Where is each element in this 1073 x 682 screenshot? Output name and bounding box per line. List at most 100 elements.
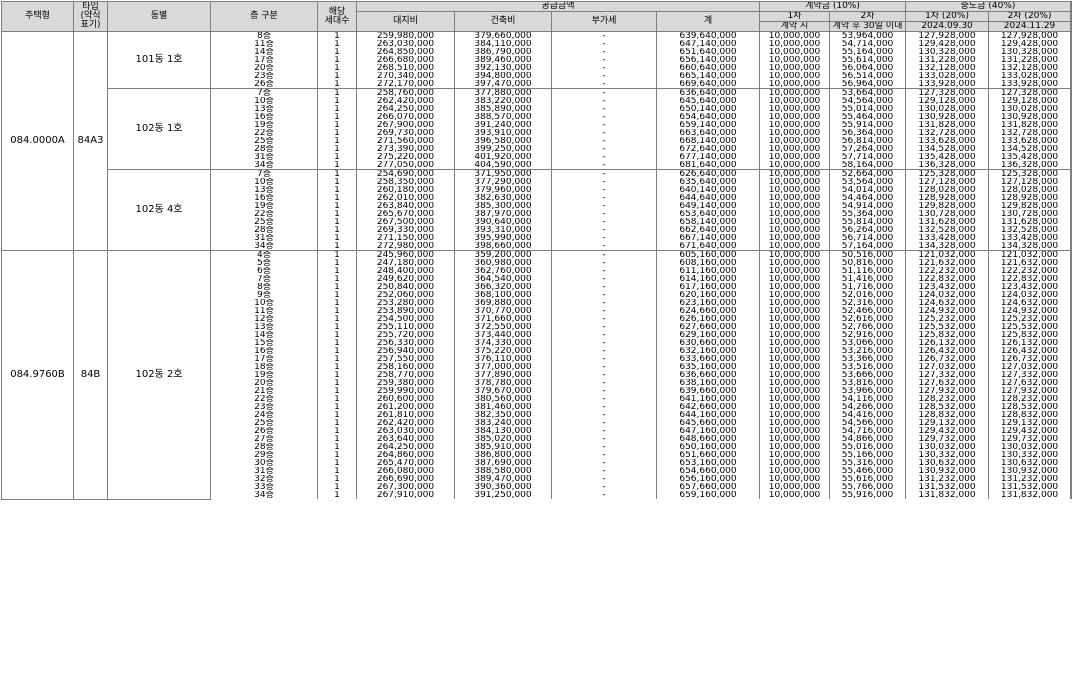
dep1-cell: 10,000,000 xyxy=(759,443,830,451)
vat-cell: - xyxy=(551,226,657,234)
total-cell: 654,660,000 xyxy=(656,467,760,475)
balance-cell: 325,070,000 xyxy=(1070,105,1073,113)
dep2-cell: 54,914,000 xyxy=(828,202,907,210)
header-balance: 잔금 (50%) xyxy=(1070,1,1073,12)
units-cell: 1 xyxy=(317,299,357,307)
total-cell: 639,640,000 xyxy=(656,31,760,40)
balance-cell: 336,320,000 xyxy=(1070,145,1073,153)
vat-cell: - xyxy=(551,331,657,339)
floor-cell: 20층 xyxy=(210,64,318,72)
type-short-cell: 84B xyxy=(73,250,108,500)
floor-cell: 7층 xyxy=(210,275,318,283)
mid2-cell: 130,932,000 xyxy=(988,467,1072,475)
land-cell: 260,180,000 xyxy=(356,186,455,194)
dep1-cell: 10,000,000 xyxy=(759,259,830,267)
dep2-cell: 55,316,000 xyxy=(828,459,907,467)
building-cell: 379,660,000 xyxy=(454,31,552,40)
land-cell: 264,250,000 xyxy=(356,443,455,451)
dep2-cell: 55,614,000 xyxy=(828,56,907,64)
table-row: 102동 4호 7층 1 254,690,000 371,950,000-626,640… xyxy=(2,169,1073,251)
mid2-cell: 129,828,000 xyxy=(988,202,1072,210)
dep2-cell: 53,216,000 xyxy=(828,347,907,355)
dep1-cell: 10,000,000 xyxy=(759,283,830,291)
dep1-cell: 10,000,000 xyxy=(759,48,830,56)
mid2-cell: 130,032,000 xyxy=(988,443,1072,451)
building-cell: 364,540,000 xyxy=(454,275,552,283)
balance-cell: 325,080,000 xyxy=(1070,443,1073,451)
dep2-cell: 53,666,000 xyxy=(828,371,907,379)
header-mid1: 1차 (20%) xyxy=(905,11,990,22)
header-units: 해당 세대수 xyxy=(317,1,357,32)
building-cell: 391,240,000 xyxy=(454,121,552,129)
land-cell: 267,500,000 xyxy=(356,218,455,226)
balance-cell: 327,320,000 xyxy=(1070,113,1073,121)
mid1-cell: 135,428,000 xyxy=(905,153,990,161)
total-cell: 647,140,000 xyxy=(656,40,760,48)
total-cell: 624,660,000 xyxy=(656,307,760,315)
units-cell: 1 xyxy=(317,459,357,467)
total-cell: 656,140,000 xyxy=(656,56,760,64)
land-cell: 259,990,000 xyxy=(356,387,455,395)
units-cell: 1 xyxy=(317,178,357,186)
vat-cell: - xyxy=(551,137,657,145)
floor-cell: 22층 xyxy=(210,395,318,403)
land-cell: 254,690,000 xyxy=(356,169,455,178)
total-cell: 656,160,000 xyxy=(656,475,760,483)
mid2-cell: 123,432,000 xyxy=(988,283,1072,291)
mid1-cell: 130,328,000 xyxy=(905,48,990,56)
units-cell: 1 xyxy=(317,145,357,153)
building-cell: 388,580,000 xyxy=(454,467,552,475)
mid2-cell: 130,632,000 xyxy=(988,459,1072,467)
vat-cell: - xyxy=(551,48,657,56)
vat-cell: - xyxy=(551,435,657,443)
dep2-cell: 53,964,000 xyxy=(828,31,907,40)
mid1-cell: 136,328,000 xyxy=(905,161,990,170)
vat-cell: - xyxy=(551,387,657,395)
total-cell: 669,640,000 xyxy=(656,80,760,89)
total-cell: 671,640,000 xyxy=(656,242,760,251)
dep1-cell: 10,000,000 xyxy=(759,121,830,129)
mid1-cell: 125,328,000 xyxy=(905,169,990,178)
dep2-cell: 55,616,000 xyxy=(828,475,907,483)
floor-cell: 24층 xyxy=(210,411,318,419)
floor-cell: 33층 xyxy=(210,483,318,491)
mid1-cell: 130,728,000 xyxy=(905,210,990,218)
dep2-cell: 54,116,000 xyxy=(828,395,907,403)
mid2-cell: 133,928,000 xyxy=(988,80,1072,89)
total-cell: 641,160,000 xyxy=(656,395,760,403)
total-cell: 659,160,000 xyxy=(656,491,760,499)
mid2-cell: 131,628,000 xyxy=(988,218,1072,226)
land-cell: 262,420,000 xyxy=(356,419,455,427)
table-row: 102동 1호 7층 1 258,760,000 377,880,000-636,640… xyxy=(2,88,1073,170)
balance-cell: 331,320,000 xyxy=(1070,226,1073,234)
mid2-cell: 133,028,000 xyxy=(988,72,1072,80)
header-building: 건축비 xyxy=(454,11,552,32)
dep2-cell: 52,316,000 xyxy=(828,299,907,307)
building-cell: 377,000,000 xyxy=(454,363,552,371)
dep1-cell: 10,000,000 xyxy=(759,242,830,251)
mid1-cell: 127,928,000 xyxy=(905,31,990,40)
floor-cell: 22층 xyxy=(210,129,318,137)
building-cell: 375,220,000 xyxy=(454,347,552,355)
units-cell: 1 xyxy=(317,31,357,40)
vat-cell: - xyxy=(551,299,657,307)
balance-cell: 325,830,000 xyxy=(1070,451,1073,459)
mid1-cell: 123,432,000 xyxy=(905,283,990,291)
vat-cell: - xyxy=(551,113,657,121)
floor-cell: 19층 xyxy=(210,202,318,210)
land-cell: 250,840,000 xyxy=(356,283,455,291)
land-cell: 271,150,000 xyxy=(356,234,455,242)
dep2-cell: 57,714,000 xyxy=(828,153,907,161)
dep1-cell: 10,000,000 xyxy=(759,299,830,307)
dep1-cell: 10,000,000 xyxy=(759,105,830,113)
vat-cell: - xyxy=(551,451,657,459)
dep2-cell: 55,916,000 xyxy=(828,491,907,499)
total-cell: 650,160,000 xyxy=(656,443,760,451)
vat-cell: - xyxy=(551,491,657,499)
building-cell: 391,250,000 xyxy=(454,491,552,499)
header-dep1-sub: 계약 시 xyxy=(759,21,830,32)
land-cell: 260,600,000 xyxy=(356,395,455,403)
total-cell: 626,640,000 xyxy=(656,169,760,178)
total-cell: 632,160,000 xyxy=(656,347,760,355)
floor-cell: 4층 xyxy=(210,250,318,259)
